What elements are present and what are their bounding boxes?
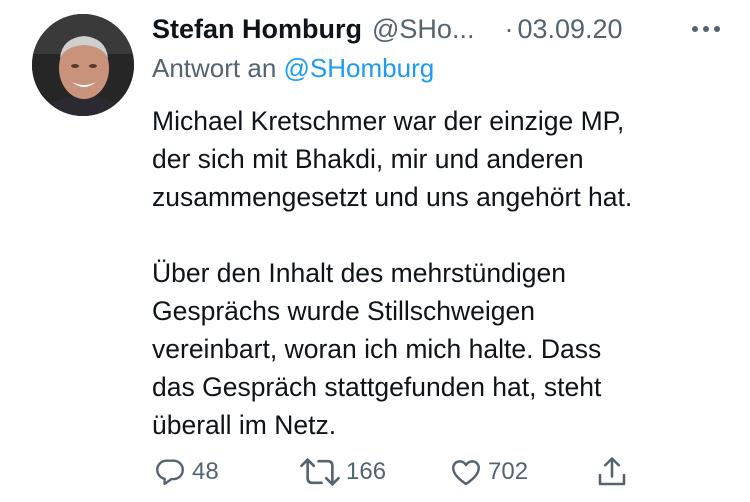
reply-button[interactable]: 48 xyxy=(152,452,219,492)
header-separator: · xyxy=(504,14,514,44)
tweet-date[interactable]: 03.09.20 xyxy=(517,12,622,46)
reply-count: 48 xyxy=(192,458,219,485)
speech-bubble-icon xyxy=(156,459,184,486)
tweet-body: Michael Kretschmer war der einzige MP, d… xyxy=(152,102,737,444)
tweet-paragraph-2: Über den Inhalt des mehrstündigen Gesprä… xyxy=(152,258,602,440)
retweet-arrows-icon xyxy=(300,458,340,486)
avatar-photo xyxy=(32,14,134,116)
reply-to-line: Antwort an @SHomburg xyxy=(152,52,434,84)
like-count: 702 xyxy=(488,458,529,485)
author-handle[interactable]: @SHo... xyxy=(372,12,474,46)
share-upload-icon xyxy=(598,457,626,486)
tweet-header: Stefan Homburg @SHo... · 03.09.20 xyxy=(152,12,730,46)
reply-to-mention[interactable]: @SHomburg xyxy=(284,53,435,83)
author-name[interactable]: Stefan Homburg xyxy=(152,12,362,46)
avatar[interactable] xyxy=(32,14,134,116)
retweet-count: 166 xyxy=(346,458,387,485)
retweet-button[interactable]: 166 xyxy=(298,452,386,492)
share-button[interactable] xyxy=(594,452,630,492)
reply-to-prefix: Antwort an xyxy=(152,53,277,83)
like-button[interactable]: 702 xyxy=(448,452,528,492)
more-icon[interactable] xyxy=(686,12,726,46)
heart-outline-icon xyxy=(452,460,480,486)
tweet-actions: 48 166 702 xyxy=(152,452,642,492)
tweet-paragraph-1: Michael Kretschmer war der einzige MP, d… xyxy=(152,106,633,212)
